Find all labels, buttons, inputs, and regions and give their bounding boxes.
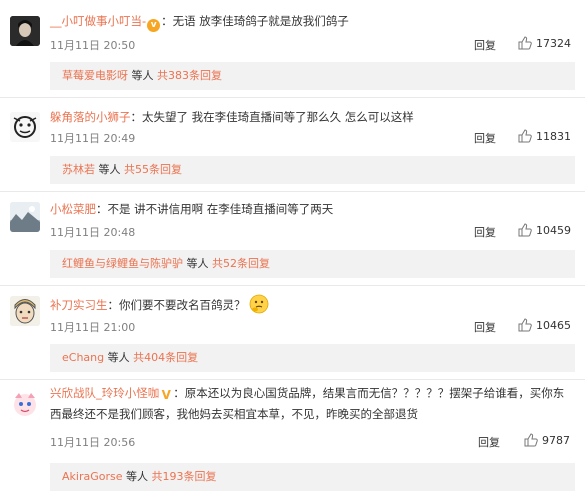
reply-button[interactable]: 回复 <box>474 224 496 240</box>
like-button[interactable]: 17324 <box>518 36 571 50</box>
like-button[interactable]: 10459 <box>518 223 571 237</box>
sub-reply-users[interactable]: 苏林若 <box>62 163 95 176</box>
thinking-face-emoji <box>249 294 269 314</box>
view-replies-link[interactable]: 共383条回复 <box>157 69 222 82</box>
reply-button[interactable]: 回复 <box>474 319 496 335</box>
comment-body: ：太失望了 我在李佳琦直播间等了那么久 怎么可以这样 <box>130 110 414 124</box>
comment-body: ：你们要不要改名百鸽灵？ <box>107 298 246 312</box>
comment-body: ：无语 放李佳琦鸽子就是放我们鸽子 <box>161 14 349 28</box>
comment-time: 11月11日 21:00 <box>50 321 136 334</box>
comment-time: 11月11日 20:49 <box>50 132 136 145</box>
reply-button[interactable]: 回复 <box>474 37 496 53</box>
view-replies-link[interactable]: 共404条回复 <box>133 351 198 364</box>
avatar[interactable] <box>10 112 40 142</box>
sub-reply-users[interactable]: eChang <box>62 351 104 364</box>
comment-time: 11月11日 20:48 <box>50 226 136 239</box>
comment-text: 补刀实习生：你们要不要改名百鸽灵？ <box>50 294 269 314</box>
username-link[interactable]: 兴欣战队_玲玲小怪咖 <box>50 386 159 400</box>
view-replies-link[interactable]: 共52条回复 <box>212 257 270 270</box>
avatar[interactable] <box>10 202 40 232</box>
comment-text: 小松菜肥：不是 讲不讲信用啊 在李佳琦直播间等了两天 <box>50 201 333 218</box>
divider <box>0 97 585 98</box>
comment-text: 躲角落的小狮子：太失望了 我在李佳琦直播间等了那么久 怎么可以这样 <box>50 109 414 126</box>
like-button[interactable]: 9787 <box>524 433 570 447</box>
comment-time: 11月11日 20:56 <box>50 436 136 449</box>
verified-v-icon: V <box>161 388 171 402</box>
sub-reply-summary[interactable]: eChang 等人 共404条回复 <box>50 344 575 372</box>
username-link[interactable]: 补刀实习生 <box>50 298 108 312</box>
sub-reply-users[interactable]: AkiraGorse <box>62 470 123 483</box>
avatar[interactable] <box>10 296 40 326</box>
thumbs-up-icon <box>518 223 532 237</box>
thumbs-up-icon <box>518 318 532 332</box>
sub-reply-users[interactable]: 草莓爱电影呀 <box>62 69 128 82</box>
avatar[interactable] <box>10 390 40 420</box>
sub-reply-summary[interactable]: 苏林若 等人 共55条回复 <box>50 156 575 184</box>
like-button[interactable]: 11831 <box>518 129 571 143</box>
divider <box>0 285 585 286</box>
divider <box>0 191 585 192</box>
username-link[interactable]: 小松菜肥 <box>50 202 96 216</box>
username-link[interactable]: __小叮做事小叮当- <box>50 14 146 28</box>
comment-body: ：不是 讲不讲信用啊 在李佳琦直播间等了两天 <box>96 202 334 216</box>
sub-reply-summary[interactable]: 红鲤鱼与绿鲤鱼与陈驴驴 等人 共52条回复 <box>50 250 575 278</box>
reply-button[interactable]: 回复 <box>478 434 500 450</box>
sub-reply-summary[interactable]: AkiraGorse 等人 共193条回复 <box>50 463 575 491</box>
comment-text: __小叮做事小叮当-v ：无语 放李佳琦鸽子就是放我们鸽子 <box>50 13 349 32</box>
comment-time: 11月11日 20:50 <box>50 39 136 52</box>
view-replies-link[interactable]: 共55条回复 <box>124 163 182 176</box>
thumbs-up-icon <box>524 433 538 447</box>
view-replies-link[interactable]: 共193条回复 <box>152 470 217 483</box>
username-link[interactable]: 躲角落的小狮子 <box>50 110 131 124</box>
avatar[interactable] <box>10 16 40 46</box>
sub-reply-users[interactable]: 红鲤鱼与绿鲤鱼与陈驴驴 <box>62 257 183 270</box>
reply-button[interactable]: 回复 <box>474 130 496 146</box>
thumbs-up-icon <box>518 36 532 50</box>
sub-reply-summary[interactable]: 草莓爱电影呀 等人 共383条回复 <box>50 62 575 90</box>
thumbs-up-icon <box>518 129 532 143</box>
like-button[interactable]: 10465 <box>518 318 571 332</box>
comment-text: 兴欣战队_玲玲小怪咖 V ：原本还以为良心国货品牌，结果言而无信？？？？？摆架子给谁… <box>50 383 575 425</box>
member-badge-icon: v <box>147 19 161 32</box>
divider <box>0 379 585 380</box>
